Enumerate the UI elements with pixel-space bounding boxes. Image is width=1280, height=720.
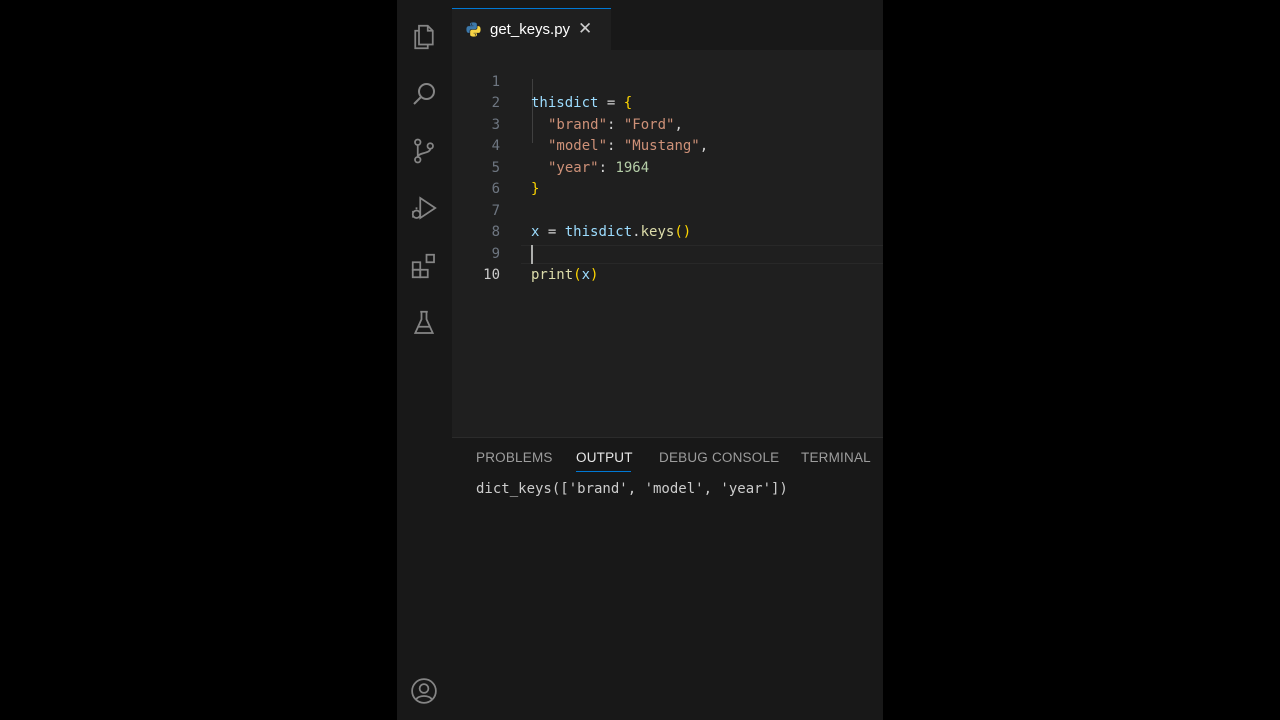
activity-bar [397,0,452,720]
output-text: dict_keys(['brand', 'model', 'year']) [476,481,788,497]
active-tab-indicator [576,471,631,472]
explorer-icon[interactable] [407,20,441,54]
token: x [581,267,591,283]
run-debug-icon[interactable] [407,191,441,225]
code-line: 9 print(x) [452,222,883,284]
tab-debug-console[interactable]: DEBUG CONSOLE [659,450,779,465]
extensions-icon[interactable] [407,249,441,283]
editor-tab-get-keys[interactable]: get_keys.py ✕ [452,8,611,50]
search-icon[interactable] [407,77,441,111]
code-line: 6 [452,158,883,197]
tab-output[interactable]: OUTPUT [576,450,633,465]
token: print [531,267,574,283]
source-control-icon[interactable] [407,134,441,168]
code-line: 10 [452,244,883,283]
accounts-icon[interactable] [407,674,441,708]
code-editor[interactable]: 1 thisdict = { 2 "brand": "Ford", 3 "mod… [452,50,883,436]
code-line: 1 thisdict = { [452,50,883,112]
line-number: 10 [483,267,500,283]
text-cursor [531,245,533,264]
title-strip [452,0,883,8]
vscode-window: get_keys.py ✕ 1 thisdict = { 2 "brand": … [397,0,883,720]
close-icon[interactable]: ✕ [578,21,592,38]
tab-problems[interactable]: PROBLEMS [476,450,553,465]
code-line: 4 "year": 1964 [452,115,883,176]
python-icon [466,22,481,37]
tab-terminal[interactable]: TERMINAL [801,450,871,465]
editor-tab-bar: get_keys.py ✕ [452,8,883,51]
code-line: 8 [452,201,883,240]
bottom-panel: PROBLEMS OUTPUT DEBUG CONSOLE TERMINAL d… [452,437,883,720]
code-line: 2 "brand": "Ford", [452,72,883,133]
testing-icon[interactable] [407,306,441,340]
code-line: 5 } [452,136,883,198]
token: ) [590,267,599,283]
token: ( [573,267,582,283]
tab-filename: get_keys.py [490,21,571,38]
code-line: 7 x = thisdict.keys() [452,179,883,241]
code-line: 3 "model": "Mustang", [452,93,883,155]
